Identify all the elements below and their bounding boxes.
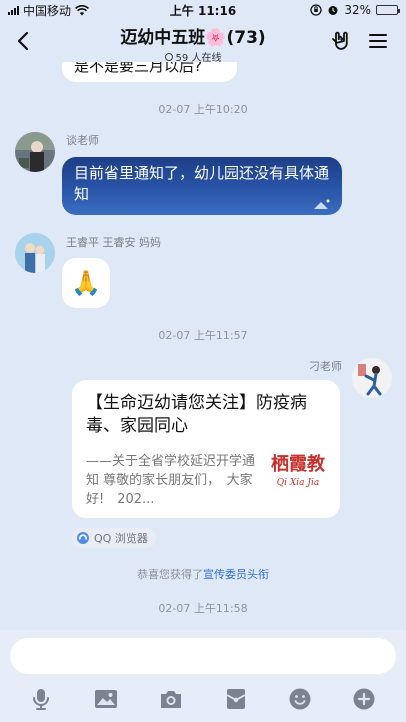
battery-icon xyxy=(376,5,400,15)
timestamp: 02-07 上午11:57 xyxy=(158,329,248,342)
avatar-image xyxy=(15,132,55,172)
back-icon[interactable] xyxy=(12,28,36,54)
source-chip[interactable]: QQ 浏览器 xyxy=(72,528,156,548)
image-icon[interactable] xyxy=(93,686,119,712)
input-area xyxy=(0,630,406,722)
plus-icon[interactable] xyxy=(351,686,377,712)
card-title: 【生命迈幼请您关注】防疫病毒、家园同心 xyxy=(86,393,307,436)
sparkle-decoration xyxy=(314,199,330,209)
card-thumbnail: 栖霞教 Qi Xia Jia xyxy=(268,454,328,498)
carrier-label: 中国移动 xyxy=(23,3,72,18)
red-packet-icon[interactable] xyxy=(223,686,249,712)
title-block[interactable]: 迈幼中五班🌸(73) 59 人在线 xyxy=(60,23,326,64)
battery-percent: 32% xyxy=(344,3,371,17)
camera-icon[interactable] xyxy=(158,686,184,712)
wifi-icon xyxy=(75,4,89,15)
avatar[interactable] xyxy=(15,132,55,172)
avatar-image xyxy=(15,233,55,273)
avatar[interactable] xyxy=(352,358,392,398)
microphone-icon[interactable] xyxy=(28,686,54,712)
system-message-prefix: 恭喜您获得了 xyxy=(137,568,203,581)
system-message: 恭喜您获得了宣传委员头衔 xyxy=(0,566,406,582)
sender-name: 谈老师 xyxy=(66,134,99,147)
group-title: 迈幼中五班🌸(73) xyxy=(120,28,266,48)
menu-icon[interactable] xyxy=(366,29,390,53)
qq-browser-icon xyxy=(77,532,89,544)
status-right: 32% xyxy=(310,3,400,17)
source-label: QQ 浏览器 xyxy=(94,532,148,545)
status-bar: 中国移动 上午 11:16 32% xyxy=(0,0,406,20)
alarm-icon xyxy=(328,6,338,15)
message-input[interactable] xyxy=(10,638,396,674)
avatar-image xyxy=(352,358,392,398)
card-description: ——关于全省学校延迟开学通知 尊敬的家长朋友们， 大家好! 202... xyxy=(86,454,256,507)
input-toolbar xyxy=(0,682,406,714)
chat-header: 迈幼中五班🌸(73) 59 人在线 xyxy=(0,20,406,64)
sender-name: 刁老师 xyxy=(309,360,342,373)
message-bubble-partial[interactable]: 是不是要三月以后? xyxy=(62,62,237,82)
link-card[interactable]: 【生命迈幼请您关注】防疫病毒、家园同心 ——关于全省学校延迟开学通知 尊敬的家长… xyxy=(72,380,340,518)
online-icon xyxy=(164,52,173,61)
message-bubble[interactable]: 目前省里通知了，幼儿园还没有具体通知 xyxy=(62,157,342,215)
rock-hand-icon[interactable] xyxy=(330,29,354,53)
emoji-icon[interactable] xyxy=(287,686,313,712)
sender-name: 王睿平 王睿安 妈妈 xyxy=(66,236,161,249)
title-link[interactable]: 宣传委员头衔 xyxy=(203,568,269,581)
chat-area[interactable]: 是不是要三月以后? 02-07 上午10:20 谈老师 目前省里通知了，幼儿园还… xyxy=(0,62,406,630)
message-text: 是不是要三月以后? xyxy=(74,62,202,75)
message-bubble[interactable]: 🙏 xyxy=(62,258,110,308)
avatar[interactable] xyxy=(15,233,55,273)
status-left: 中国移动 xyxy=(8,2,89,19)
praying-hands-emoji: 🙏 xyxy=(71,269,101,297)
message-text: 目前省里通知了，幼儿园还没有具体通知 xyxy=(74,164,330,203)
orientation-lock-icon xyxy=(310,4,322,16)
thumb-text: 栖霞教 xyxy=(271,454,325,475)
timestamp: 02-07 上午11:58 xyxy=(158,602,248,615)
timestamp: 02-07 上午10:20 xyxy=(158,103,248,116)
signal-icon xyxy=(8,5,19,15)
thumb-pinyin: Qi Xia Jia xyxy=(276,478,320,488)
